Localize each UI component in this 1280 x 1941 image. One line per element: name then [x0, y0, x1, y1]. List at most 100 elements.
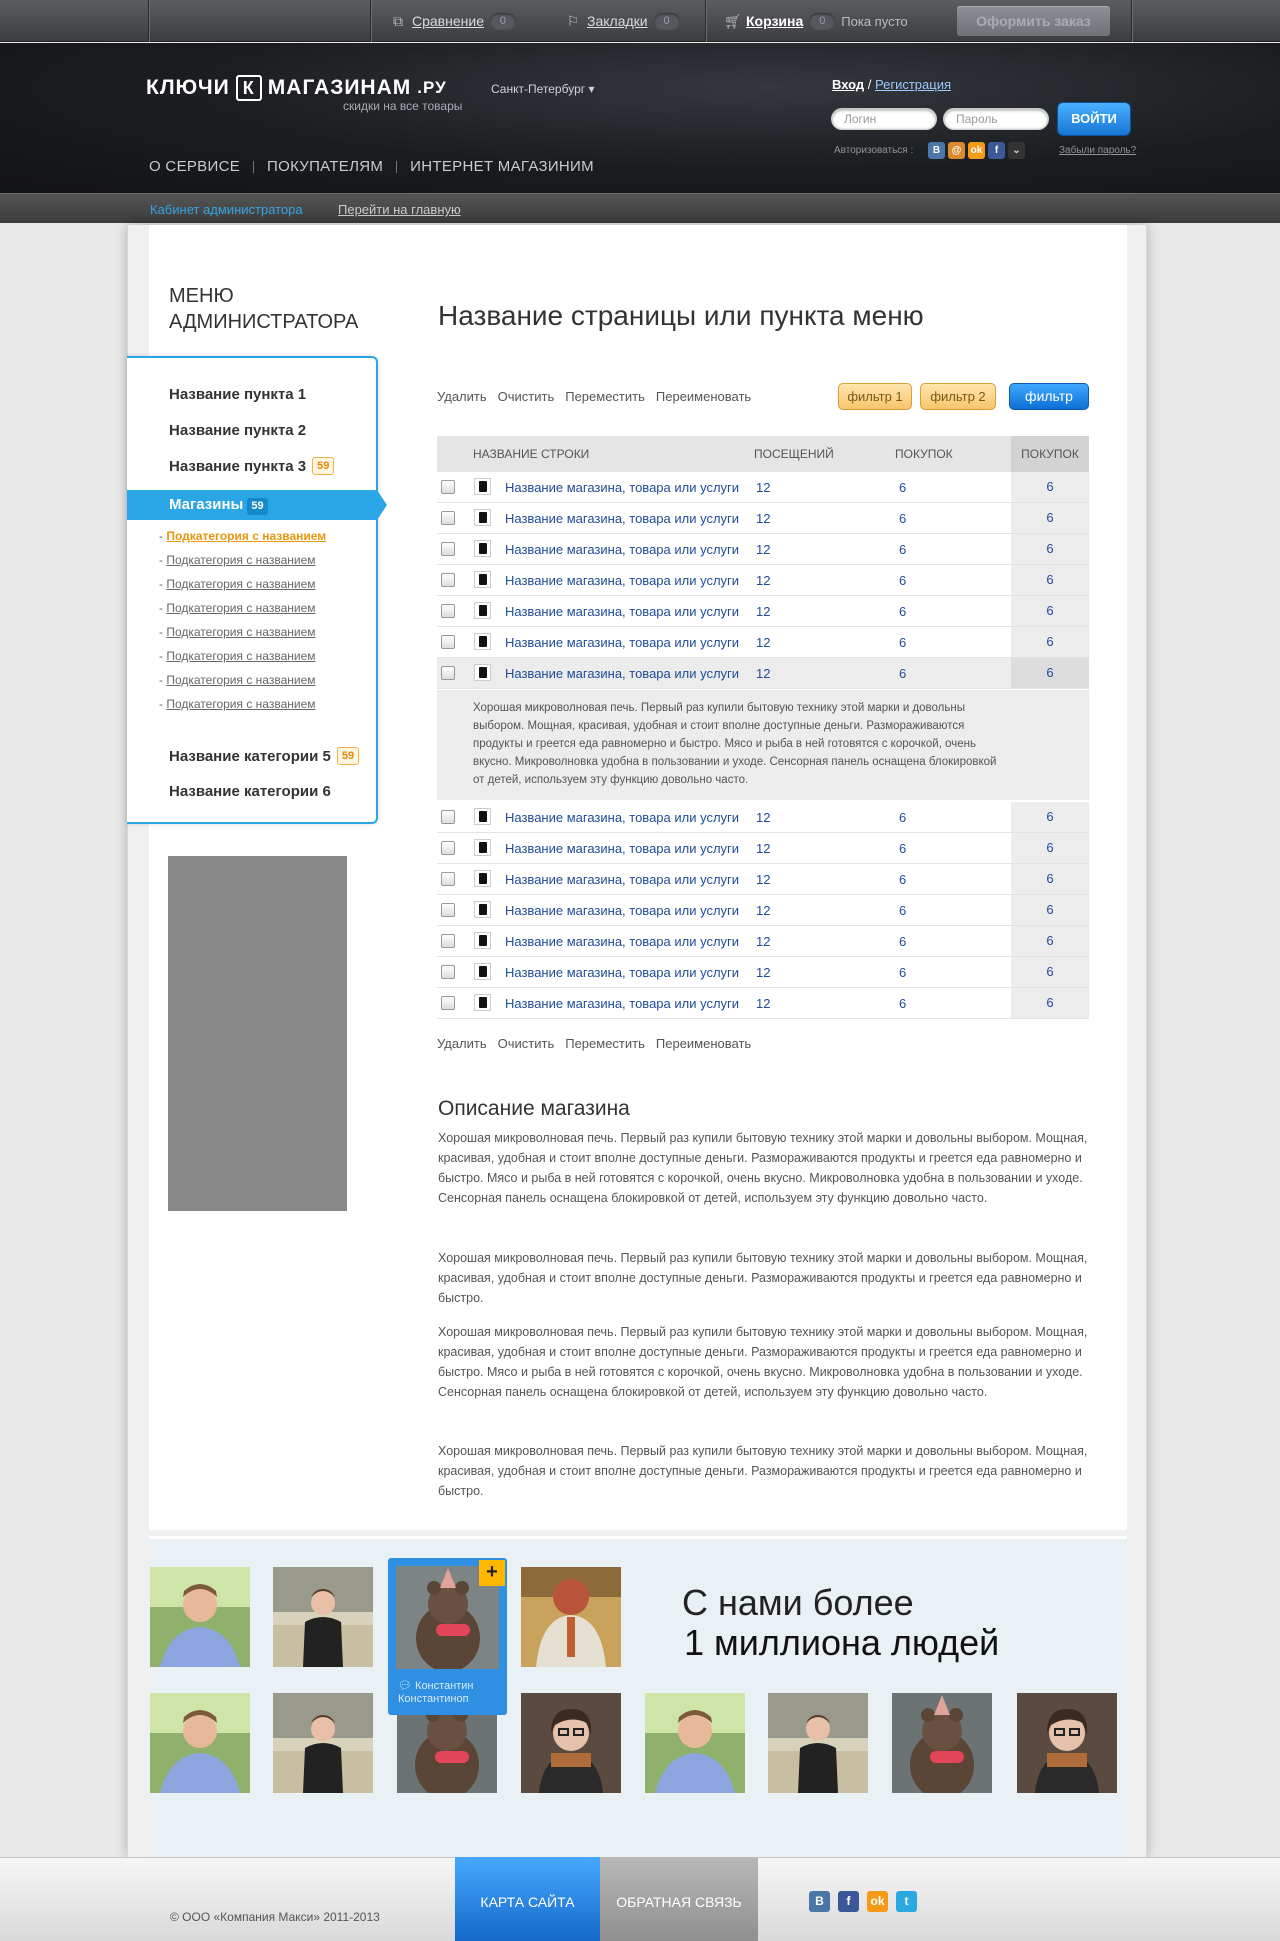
row-name-link[interactable]: Название магазина, товара или услуги	[505, 841, 739, 856]
cart-label[interactable]: Корзина	[746, 13, 803, 29]
subcategory-label[interactable]: Подкатегория с названием	[166, 577, 315, 591]
row-name-link[interactable]: Название магазина, товара или услуги	[505, 965, 739, 980]
twitter-icon[interactable]: t	[896, 1891, 917, 1912]
subcategory-label[interactable]: Подкатегория с названием	[166, 697, 315, 711]
sidebar-item-shops-active[interactable]: Магазины 59	[127, 490, 387, 520]
filter-2-button[interactable]: фильтр 2	[920, 383, 996, 410]
facebook-icon[interactable]: f	[838, 1891, 859, 1912]
move-action[interactable]: Переместить	[565, 1036, 645, 1051]
logo[interactable]: КЛЮЧИ К МАГАЗИНАМ .РУ	[146, 75, 447, 101]
column-header-purchases-2[interactable]: ПОКУПОК	[1011, 436, 1089, 472]
password-input[interactable]: Пароль	[943, 108, 1049, 130]
subcategory-label[interactable]: Подкатегория с названием	[166, 601, 315, 615]
table-row[interactable]: Название магазина, товара или услуги 12 6 6	[437, 596, 1089, 627]
row-name-link[interactable]: Название магазина, товара или услуги	[505, 666, 739, 681]
subcategory-link-active[interactable]: - Подкатегория с названием	[159, 529, 326, 543]
go-home-link[interactable]: Перейти на главную	[338, 202, 461, 217]
nav-item-buyers[interactable]: ПОКУПАТЕЛЯМ	[267, 158, 383, 175]
table-row[interactable]: Название магазина, товара или услуги 12 6 6	[437, 864, 1089, 895]
mailru-icon[interactable]: @	[948, 142, 965, 159]
column-header-name[interactable]: НАЗВАНИЕ СТРОКИ	[473, 447, 589, 461]
avatar[interactable]	[150, 1693, 250, 1793]
row-checkbox[interactable]	[441, 872, 455, 886]
row-name-link[interactable]: Название магазина, товара или услуги	[505, 480, 739, 495]
avatar[interactable]	[768, 1693, 868, 1793]
row-name-link[interactable]: Название магазина, товара или услуги	[505, 542, 739, 557]
vk-icon[interactable]: B	[809, 1891, 830, 1912]
row-checkbox[interactable]	[441, 934, 455, 948]
row-name-link[interactable]: Название магазина, товара или услуги	[505, 996, 739, 1011]
table-row[interactable]: Название магазина, товара или услуги 12 6 6	[437, 658, 1089, 689]
row-name-link[interactable]: Название магазина, товара или услуги	[505, 903, 739, 918]
avatar[interactable]	[150, 1567, 250, 1667]
sidebar-category-6[interactable]: Название категории 6	[169, 783, 331, 800]
subcategory-link[interactable]: - Подкатегория с названием	[159, 649, 316, 663]
table-row[interactable]: Название магазина, товара или услуги 12 6 6	[437, 926, 1089, 957]
avatar[interactable]	[892, 1693, 992, 1793]
avatar[interactable]	[521, 1693, 621, 1793]
delete-action[interactable]: Удалить	[437, 1036, 487, 1051]
delete-action[interactable]: Удалить	[437, 389, 487, 404]
sidebar-item-2[interactable]: Название пункта 2	[169, 422, 306, 439]
featured-user-card[interactable]: + 💬︎ Константин Константиноп	[388, 1558, 507, 1715]
bookmarks-label[interactable]: Закладки	[587, 13, 648, 29]
avatar[interactable]	[645, 1693, 745, 1793]
table-row[interactable]: Название магазина, товара или услуги 12 6 6	[437, 472, 1089, 503]
row-name-link[interactable]: Название магазина, товара или услуги	[505, 573, 739, 588]
row-name-link[interactable]: Название магазина, товара или услуги	[505, 635, 739, 650]
row-checkbox[interactable]	[441, 604, 455, 618]
table-row[interactable]: Название магазина, товара или услуги 12 6 6	[437, 957, 1089, 988]
subcategory-label[interactable]: Подкатегория с названием	[166, 625, 315, 639]
subcategory-link[interactable]: - Подкатегория с названием	[159, 673, 316, 687]
clear-action[interactable]: Очистить	[498, 389, 555, 404]
bookmarks-link[interactable]: ⚐ Закладки 0	[565, 11, 680, 31]
row-checkbox[interactable]	[441, 810, 455, 824]
nav-item-shops[interactable]: ИНТЕРНЕТ МАГАЗИНИМ	[410, 158, 594, 175]
admin-cabinet-label[interactable]: Кабинет администратора	[150, 202, 303, 217]
rename-action[interactable]: Переименовать	[656, 1036, 751, 1051]
subcategory-label[interactable]: Подкатегория с названием	[166, 649, 315, 663]
row-name-link[interactable]: Название магазина, товара или услуги	[505, 872, 739, 887]
row-checkbox[interactable]	[441, 511, 455, 525]
avatar[interactable]	[1017, 1693, 1117, 1793]
table-row[interactable]: Название магазина, товара или услуги 12 6 6	[437, 833, 1089, 864]
avatar[interactable]	[273, 1693, 373, 1793]
register-link[interactable]: Регистрация	[875, 77, 951, 92]
avatar[interactable]	[273, 1567, 373, 1667]
featured-user-name[interactable]: 💬︎ Константин Константиноп	[398, 1680, 505, 1706]
compare-link[interactable]: ⧉ Сравнение 0	[390, 11, 516, 31]
nav-item-about[interactable]: О СЕРВИСЕ	[149, 158, 240, 175]
sidebar-category-5[interactable]: Название категории 5 59	[169, 747, 360, 765]
row-checkbox[interactable]	[441, 635, 455, 649]
login-button[interactable]: ВОЙТИ	[1058, 103, 1130, 135]
column-header-purchases[interactable]: ПОКУПОК	[895, 447, 953, 461]
column-header-visits[interactable]: ПОСЕЩЕНИЙ	[754, 447, 834, 461]
subcategory-link[interactable]: - Подкатегория с названием	[159, 601, 316, 615]
move-action[interactable]: Переместить	[565, 389, 645, 404]
sidebar-item-3[interactable]: Название пункта 3 59	[169, 457, 335, 475]
city-selector[interactable]: Санкт-Петербург ▾	[491, 82, 594, 96]
login-link[interactable]: Вход	[832, 77, 864, 92]
table-row[interactable]: Название магазина, товара или услуги 12 6 6	[437, 627, 1089, 658]
odnoklassniki-icon[interactable]: ok	[968, 142, 985, 159]
subcategory-label[interactable]: Подкатегория с названием	[166, 673, 315, 687]
facebook-icon[interactable]: f	[988, 142, 1005, 159]
subcategory-link[interactable]: - Подкатегория с названием	[159, 697, 316, 711]
filter-apply-button[interactable]: фильтр	[1009, 383, 1089, 410]
sitemap-button[interactable]: КАРТА САЙТА	[455, 1857, 600, 1941]
checkout-button[interactable]: Оформить заказ	[957, 6, 1110, 36]
subcategory-link[interactable]: - Подкатегория с названием	[159, 625, 316, 639]
subcategory-link[interactable]: - Подкатегория с названием	[159, 553, 316, 567]
add-friend-icon[interactable]: +	[479, 1560, 505, 1586]
subcategory-label[interactable]: Подкатегория с названием	[166, 553, 315, 567]
row-checkbox[interactable]	[441, 996, 455, 1010]
avatar[interactable]	[521, 1567, 621, 1667]
forgot-password-link[interactable]: Забыли пароль?	[1059, 145, 1136, 156]
subcategory-link[interactable]: - Подкатегория с названием	[159, 577, 316, 591]
odnoklassniki-icon[interactable]: ok	[867, 1891, 888, 1912]
row-name-link[interactable]: Название магазина, товара или услуги	[505, 934, 739, 949]
table-row[interactable]: Название магазина, товара или услуги 12 6 6	[437, 988, 1089, 1019]
filter-1-button[interactable]: фильтр 1	[838, 383, 912, 410]
row-checkbox[interactable]	[441, 666, 455, 680]
table-row[interactable]: Название магазина, товара или услуги 12 6 6	[437, 534, 1089, 565]
